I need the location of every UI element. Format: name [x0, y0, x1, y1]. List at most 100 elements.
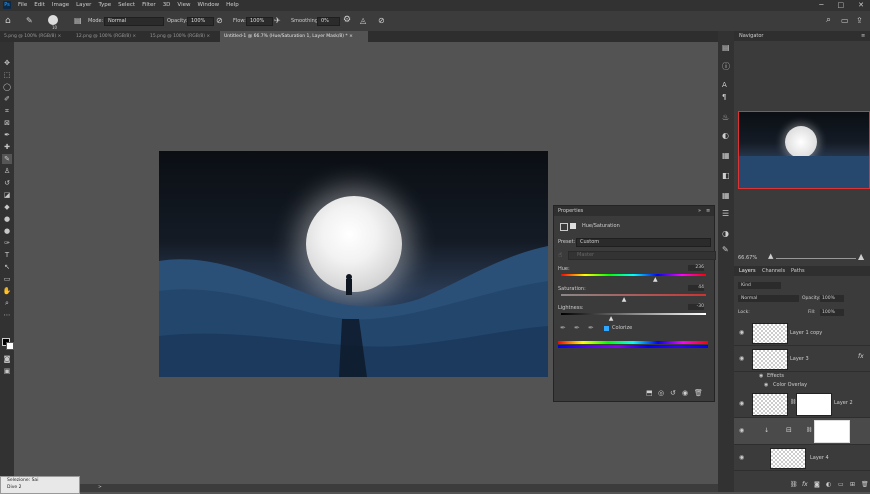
navigator-zoom[interactable]: 66.67%	[738, 255, 757, 261]
brush-tool-icon[interactable]: ✎	[26, 16, 33, 25]
visibility-icon[interactable]: ◉	[682, 389, 688, 397]
collapse-icon[interactable]: »	[698, 206, 701, 216]
fx-icon[interactable]: fx	[858, 353, 864, 360]
smoothing-field[interactable]: 0%	[317, 17, 340, 26]
tab-doc-2[interactable]: 12.png @ 100% (RGB/8) ×	[72, 31, 142, 42]
tab-doc-3[interactable]: 15.png @ 100% (RGB/8) ×	[146, 31, 216, 42]
menu-file[interactable]: File	[18, 0, 27, 11]
blend-mode-select[interactable]: Normal	[738, 295, 799, 302]
pressure-size-icon[interactable]: ⊘	[378, 16, 385, 25]
libraries-icon[interactable]: ◧	[722, 171, 730, 180]
pen-tool-icon[interactable]: ✑	[2, 238, 12, 248]
zoom-in-icon[interactable]: ▲	[858, 252, 864, 261]
workspace-icon[interactable]: ▭	[841, 16, 849, 25]
eraser-tool-icon[interactable]: ◪	[2, 190, 12, 200]
angle-icon[interactable]: ◬	[360, 16, 366, 25]
channel-select[interactable]: Master	[568, 251, 716, 260]
hue-slider-track[interactable]	[561, 274, 706, 276]
home-icon[interactable]: ⌂	[5, 16, 11, 26]
info-icon[interactable]: ⓘ	[722, 61, 730, 72]
opacity-field[interactable]: 100%	[187, 17, 214, 26]
layer-row-selected[interactable]: ◉ ↓ ⊟ ⛓	[734, 418, 870, 445]
eyedropper-tool-icon[interactable]: ✒	[2, 130, 12, 140]
clip-to-layer-icon[interactable]: ⬒	[646, 389, 653, 397]
colorize-checkbox[interactable]	[604, 326, 609, 331]
lightness-slider-track[interactable]	[561, 313, 706, 315]
new-layer-icon[interactable]: ⊞	[850, 481, 855, 488]
navigator-preview[interactable]	[738, 111, 870, 189]
tab-close-icon[interactable]: ×	[349, 34, 353, 39]
adjustments-icon[interactable]: ☰	[722, 209, 729, 218]
smoothing-settings-gear-icon[interactable]: ⚙	[343, 15, 351, 25]
screen-mode-icon[interactable]: ▣	[2, 366, 12, 376]
eyedropper-plus-icon[interactable]: ✒	[574, 324, 580, 332]
menu-image[interactable]: Image	[52, 0, 69, 11]
menu-view[interactable]: View	[177, 0, 190, 11]
crop-tool-icon[interactable]: ⌗	[2, 106, 12, 116]
healing-tool-icon[interactable]: ✚	[2, 142, 12, 152]
more-tools-icon[interactable]: ⋯	[2, 310, 12, 320]
learn-icon[interactable]: ♨	[722, 113, 729, 122]
zoom-tool-icon[interactable]: ⌕	[2, 298, 12, 308]
effect-color-overlay[interactable]: Color Overlay	[773, 382, 807, 388]
background-color-swatch[interactable]	[6, 342, 14, 350]
preset-select[interactable]: Custom	[576, 238, 711, 247]
add-style-icon[interactable]: fx	[802, 481, 808, 488]
history-brush-icon[interactable]: ↺	[2, 178, 12, 188]
menu-filter[interactable]: Filter	[142, 0, 156, 11]
menu-layer[interactable]: Layer	[76, 0, 91, 11]
tab-doc-active[interactable]: Untitled-1 @ 66.7% (Hue/Saturation 1, La…	[220, 31, 368, 42]
mode-select[interactable]: Normal	[104, 17, 164, 26]
zoom-slider[interactable]	[776, 258, 856, 259]
history-icon[interactable]: ▤	[722, 43, 730, 52]
tab-close-icon[interactable]: ×	[206, 34, 210, 39]
tab-close-icon[interactable]: ×	[132, 34, 136, 39]
layer-row[interactable]: ◉ ⛓ Layer 2	[734, 390, 870, 418]
view-previous-icon[interactable]: ◎	[658, 389, 664, 397]
hand-tool-icon[interactable]: ✋	[2, 286, 12, 296]
tab-paths[interactable]: Paths	[791, 266, 805, 276]
navigator-menu-icon[interactable]: ≡	[861, 31, 865, 41]
eye-icon[interactable]: ◉	[759, 373, 763, 379]
lasso-tool-icon[interactable]: ◯	[2, 82, 12, 92]
document-canvas[interactable]	[159, 151, 548, 377]
menu-help[interactable]: Help	[226, 0, 239, 11]
tab-layers[interactable]: Layers	[739, 266, 756, 276]
blur-tool-icon[interactable]: ●	[2, 214, 12, 224]
minimize-button[interactable]: ─	[819, 0, 823, 11]
quick-select-tool-icon[interactable]: ✐	[2, 94, 12, 104]
adjustment-mask-thumbnail[interactable]	[814, 420, 850, 443]
eye-icon[interactable]: ◉	[739, 427, 744, 434]
color-icon[interactable]: ◐	[722, 131, 729, 140]
type-tool-icon[interactable]: T	[2, 250, 12, 260]
hue-value[interactable]: 236	[688, 265, 704, 271]
saturation-value[interactable]: 44	[688, 285, 704, 291]
eye-icon[interactable]: ◉	[739, 454, 744, 461]
mini-panel-value[interactable]: Dive 2	[7, 485, 21, 490]
paint-bucket-icon[interactable]: ◆	[2, 202, 12, 212]
menu-window[interactable]: Window	[197, 0, 219, 11]
reset-icon[interactable]: ↺	[670, 389, 676, 397]
saturation-slider-thumb[interactable]: ▲	[622, 296, 627, 303]
flow-field[interactable]: 100%	[246, 17, 273, 26]
share-icon[interactable]: ⇪	[856, 16, 863, 25]
brushes-icon[interactable]: ✎	[722, 245, 729, 254]
pressure-opacity-icon[interactable]: ⊘	[216, 16, 223, 25]
close-window-button[interactable]: ✕	[858, 0, 864, 11]
eye-icon[interactable]: ◉	[764, 382, 768, 388]
brush-preset-icon[interactable]	[48, 15, 58, 25]
menu-select[interactable]: Select	[118, 0, 135, 11]
search-icon[interactable]: ⌕	[826, 15, 831, 25]
dodge-tool-icon[interactable]: ●	[2, 226, 12, 236]
layer-mask-thumbnail[interactable]	[796, 393, 832, 416]
eyedropper-minus-icon[interactable]: ✒	[588, 324, 594, 332]
eye-icon[interactable]: ◉	[739, 400, 744, 407]
tab-close-icon[interactable]: ×	[58, 34, 62, 39]
new-adjustment-icon[interactable]: ◐	[826, 481, 831, 488]
swatches-icon[interactable]: ▦	[722, 151, 730, 160]
menu-edit[interactable]: Edit	[34, 0, 45, 11]
grid-icon[interactable]: ▦	[722, 191, 730, 200]
panel-menu-icon[interactable]: ≡	[706, 206, 710, 216]
styles-icon[interactable]: ◑	[722, 229, 729, 238]
tab-doc-1[interactable]: 5.png @ 100% (RGB/8) ×	[0, 31, 66, 42]
